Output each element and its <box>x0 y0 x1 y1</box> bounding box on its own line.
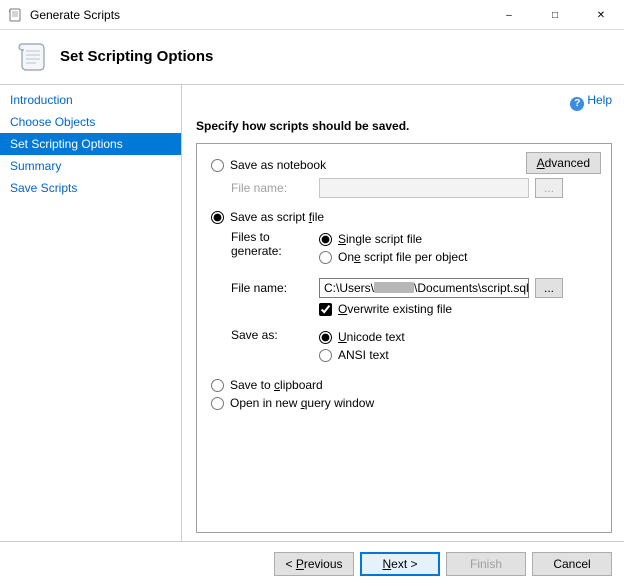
save-as-label: Save as: <box>231 328 319 342</box>
titlebar: Generate Scripts – □ ✕ <box>0 0 624 30</box>
notebook-filename-label: File name: <box>231 181 319 195</box>
content: ?Help Specify how scripts should be save… <box>182 85 624 541</box>
window-title: Generate Scripts <box>30 8 486 22</box>
sidebar-item-choose-objects[interactable]: Choose Objects <box>0 111 181 133</box>
one-file-per-object-radio[interactable] <box>319 251 332 264</box>
advanced-rest: dvanced <box>545 156 590 170</box>
script-scroll-icon <box>14 38 50 74</box>
options-group: Advanced Save as notebook File name: ...… <box>196 143 612 533</box>
minimize-button[interactable]: – <box>486 0 532 30</box>
unicode-text-label: Unicode text <box>338 330 405 344</box>
notebook-browse-button: ... <box>535 178 563 198</box>
open-new-query-radio[interactable] <box>211 397 224 410</box>
cancel-button[interactable]: Cancel <box>532 552 612 576</box>
unicode-text-radio[interactable] <box>319 331 332 344</box>
sidebar-item-set-scripting-options[interactable]: Set Scripting Options <box>0 133 181 155</box>
ansi-text-radio[interactable] <box>319 349 332 362</box>
save-as-script-file-radio[interactable] <box>211 211 224 224</box>
advanced-button[interactable]: Advanced <box>526 152 601 174</box>
next-button[interactable]: Next > <box>360 552 440 576</box>
page-title: Set Scripting Options <box>60 48 213 65</box>
sidebar-item-label: Choose Objects <box>10 115 95 129</box>
maximize-button[interactable]: □ <box>532 0 578 30</box>
single-script-file-radio[interactable] <box>319 233 332 246</box>
save-to-clipboard-radio[interactable] <box>211 379 224 392</box>
help-link[interactable]: ?Help <box>570 93 612 107</box>
sidebar-item-label: Introduction <box>10 93 73 107</box>
filename-label: File name: <box>231 281 319 295</box>
single-script-file-label: Single script file <box>338 232 422 246</box>
finish-label: Finish <box>470 557 502 571</box>
sidebar-item-label: Save Scripts <box>10 181 77 195</box>
app-icon <box>8 7 24 23</box>
close-button[interactable]: ✕ <box>578 0 624 30</box>
body: Introduction Choose Objects Set Scriptin… <box>0 85 624 541</box>
browse-button[interactable]: ... <box>535 278 563 298</box>
footer: < Previous Next > Finish Cancel <box>0 541 624 586</box>
overwrite-label: Overwrite existing file <box>338 302 452 316</box>
sidebar-item-label: Summary <box>10 159 61 173</box>
one-file-per-object-label: One script file per object <box>338 250 467 264</box>
save-as-script-file-label: Save as script file <box>230 210 324 224</box>
sidebar-item-introduction[interactable]: Introduction <box>0 89 181 111</box>
sidebar: Introduction Choose Objects Set Scriptin… <box>0 85 182 541</box>
notebook-filename-input <box>319 178 529 198</box>
cancel-label: Cancel <box>553 557 590 571</box>
previous-button[interactable]: < Previous <box>274 552 354 576</box>
help-label: Help <box>587 93 612 107</box>
finish-button: Finish <box>446 552 526 576</box>
filename-input[interactable] <box>319 278 529 298</box>
instruction-text: Specify how scripts should be saved. <box>196 119 612 133</box>
page-header: Set Scripting Options <box>0 30 624 85</box>
files-to-generate-label: Files to generate: <box>231 230 319 258</box>
save-as-notebook-radio[interactable] <box>211 159 224 172</box>
overwrite-checkbox[interactable] <box>319 303 332 316</box>
ansi-text-label: ANSI text <box>338 348 389 362</box>
save-as-notebook-label: Save as notebook <box>230 158 326 172</box>
save-to-clipboard-label: Save to clipboard <box>230 378 323 392</box>
sidebar-item-save-scripts[interactable]: Save Scripts <box>0 177 181 199</box>
help-icon: ? <box>570 97 584 111</box>
open-new-query-label: Open in new query window <box>230 396 374 410</box>
sidebar-item-summary[interactable]: Summary <box>0 155 181 177</box>
window-controls: – □ ✕ <box>486 0 624 29</box>
sidebar-item-label: Set Scripting Options <box>10 137 123 151</box>
